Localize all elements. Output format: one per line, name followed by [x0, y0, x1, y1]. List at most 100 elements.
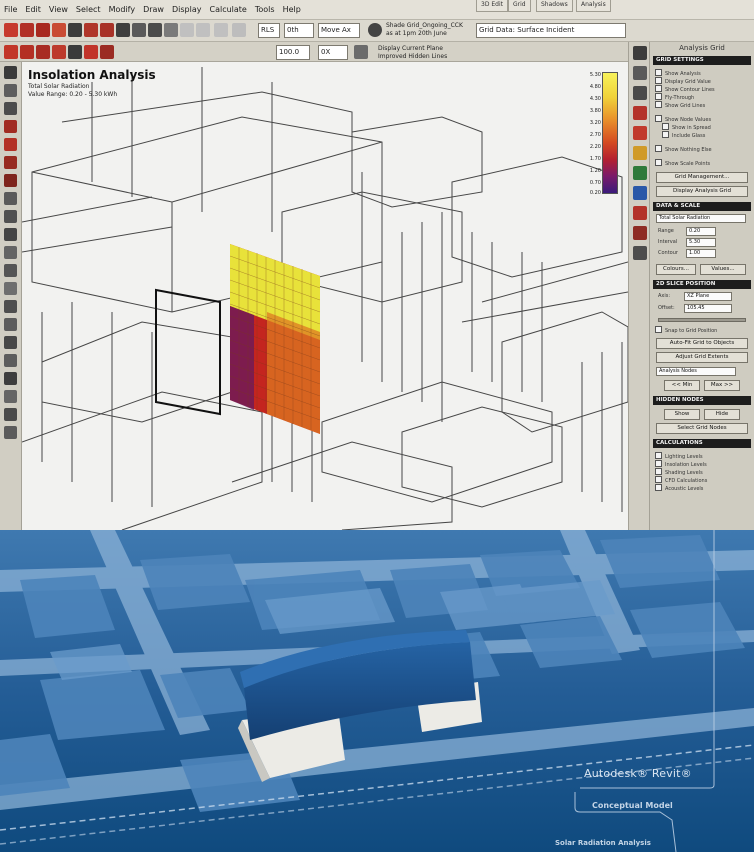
camera-node-icon[interactable] [4, 300, 17, 313]
pointer-icon[interactable] [633, 46, 647, 60]
shadows-icon[interactable] [633, 126, 647, 140]
save-icon[interactable] [36, 23, 50, 37]
3d-viewport[interactable]: Insolation Analysis Total Solar Radiatio… [22, 62, 628, 530]
combo-level[interactable]: 0th [284, 23, 314, 38]
offset-field[interactable]: 105.45 [684, 304, 732, 313]
grid-data-field[interactable]: Grid Data: Surface Incident [476, 23, 626, 38]
appliance-icon[interactable] [4, 264, 17, 277]
check-scale-points[interactable]: Show Scale Points [655, 159, 710, 168]
note-icon[interactable] [4, 282, 17, 295]
calculations-header[interactable]: CALCULATIONS [653, 439, 751, 448]
mirror-icon[interactable] [232, 23, 246, 37]
arrow-curve-icon[interactable] [180, 23, 194, 37]
pan-icon[interactable] [148, 23, 162, 37]
show-nodes-button[interactable]: Show [664, 409, 700, 420]
grid-snap-icon[interactable] [4, 408, 17, 421]
loop-icon[interactable] [196, 23, 210, 37]
tab-analysis[interactable]: Analysis [576, 0, 611, 12]
max-button[interactable]: Max >> [704, 380, 740, 391]
select-grid-nodes-button[interactable]: Select Grid Nodes [656, 423, 748, 434]
line-icon[interactable] [4, 102, 17, 115]
menu-display[interactable]: Display [168, 5, 206, 14]
cylinder-icon[interactable] [4, 156, 17, 169]
combo-rls[interactable]: RLS [258, 23, 280, 38]
solar-icon[interactable] [633, 166, 647, 180]
auto-fit-grid-button[interactable]: Auto-Fit Grid to Objects [656, 338, 748, 349]
menu-draw[interactable]: Draw [139, 5, 168, 14]
sun-path-icon[interactable] [633, 146, 647, 160]
menu-view[interactable]: View [45, 5, 72, 14]
door-icon[interactable] [4, 210, 17, 223]
contour-field[interactable]: 1.00 [686, 249, 716, 258]
speaker-icon[interactable] [4, 228, 17, 241]
interval-field[interactable]: 5.30 [686, 238, 716, 247]
thermal-icon[interactable] [633, 206, 647, 220]
shade-icon[interactable] [84, 45, 98, 59]
layers-icon[interactable] [4, 426, 17, 439]
info-icon[interactable] [633, 246, 647, 260]
option-hidden-lines[interactable]: Improved Hidden Lines [378, 53, 447, 60]
nodes-select[interactable]: Analysis Nodes [656, 367, 736, 376]
new-file-icon[interactable] [4, 23, 18, 37]
sun-icon[interactable] [368, 23, 382, 37]
hide-nodes-button[interactable]: Hide [704, 409, 740, 420]
model-icon[interactable] [4, 45, 18, 59]
colours-button[interactable]: Colours... [656, 264, 696, 275]
menu-edit[interactable]: Edit [21, 5, 45, 14]
box-icon[interactable] [4, 138, 17, 151]
person-icon[interactable] [354, 45, 368, 59]
tab-3d-edit[interactable]: 3D Edit [476, 0, 508, 12]
rotate-icon[interactable] [214, 23, 228, 37]
grid-icon[interactable] [100, 45, 114, 59]
snap-icon[interactable] [4, 390, 17, 403]
combo-move-axis[interactable]: Move Ax [318, 23, 360, 38]
tools-icon[interactable] [633, 226, 647, 240]
point-icon[interactable] [4, 84, 17, 97]
adjust-grid-extents-button[interactable]: Adjust Grid Extents [656, 352, 748, 363]
open-file-icon[interactable] [20, 23, 34, 37]
menu-calculate[interactable]: Calculate [205, 5, 250, 14]
display-analysis-grid-button[interactable]: Display Analysis Grid [656, 186, 748, 197]
zoom-icon[interactable] [116, 23, 130, 37]
light-fixture-icon[interactable] [4, 246, 17, 259]
offset-slider[interactable] [658, 318, 746, 322]
tab-shadows[interactable]: Shadows [536, 0, 573, 12]
print-icon[interactable] [52, 23, 66, 37]
materials-icon[interactable] [633, 106, 647, 120]
window-icon[interactable] [4, 192, 17, 205]
menu-modify[interactable]: Modify [105, 5, 140, 14]
menu-select[interactable]: Select [72, 5, 105, 14]
redo-icon[interactable] [100, 23, 114, 37]
undo-icon[interactable] [84, 23, 98, 37]
min-button[interactable]: << Min [664, 380, 700, 391]
check-grid-lines[interactable]: Show Grid Lines [655, 101, 705, 110]
scale-field[interactable]: 100.0 [276, 45, 310, 60]
menu-file[interactable]: File [0, 5, 21, 14]
check-include-glass[interactable]: Include Glass [662, 131, 705, 140]
roof-icon[interactable] [4, 174, 17, 187]
material-icon[interactable] [52, 45, 66, 59]
pencil-icon[interactable] [4, 336, 17, 349]
zone-icon[interactable] [20, 45, 34, 59]
hidden-nodes-header[interactable]: HIDDEN NODES [653, 396, 751, 405]
range-field[interactable]: 0.20 [686, 227, 716, 236]
tab-grid[interactable]: Grid [508, 0, 531, 12]
tape-icon[interactable] [4, 372, 17, 385]
menu-help[interactable]: Help [279, 5, 305, 14]
grid-settings-header[interactable]: GRID SETTINGS [653, 56, 751, 65]
perspective-icon[interactable] [164, 23, 178, 37]
camera-icon[interactable] [68, 23, 82, 37]
project-icon[interactable] [633, 66, 647, 80]
grid-management-button[interactable]: Grid Management... [656, 172, 748, 183]
option-display-plane[interactable]: Display Current Plane [378, 45, 443, 52]
orbit-icon[interactable] [132, 23, 146, 37]
data-scale-header[interactable]: DATA & SCALE [653, 202, 751, 211]
check-show-nothing-else[interactable]: Show Nothing Else [655, 145, 712, 154]
cursor-icon[interactable] [4, 318, 17, 331]
check-snap-to-grid[interactable]: Snap to Grid Position [655, 326, 717, 335]
measure-icon[interactable] [4, 354, 17, 367]
light-icon[interactable] [68, 45, 82, 59]
check-acoustic-levels[interactable]: Acoustic Levels [655, 484, 703, 493]
axis-select[interactable]: XZ Plane [684, 292, 732, 301]
select-arrow-icon[interactable] [4, 66, 17, 79]
